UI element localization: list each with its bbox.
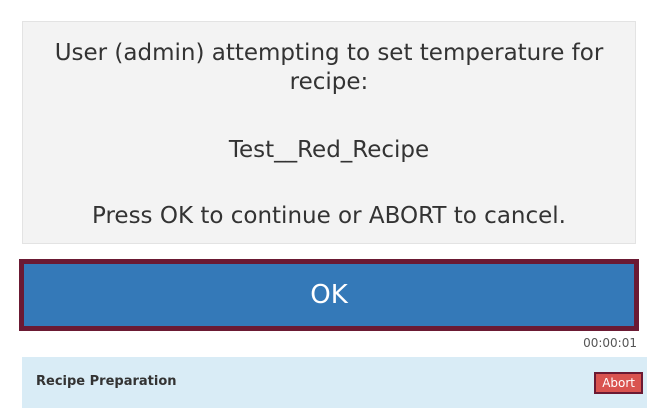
instruction-text: Press OK to continue or ABORT to cancel. — [92, 203, 566, 229]
recipe-preparation-title: Recipe Preparation — [36, 374, 177, 389]
abort-button[interactable]: Abort — [594, 372, 643, 394]
confirmation-message-box: User (admin) attempting to set temperatu… — [22, 21, 636, 244]
message-text: User (admin) attempting to set temperatu… — [54, 40, 604, 95]
elapsed-timer: 00:00:01 — [583, 336, 637, 350]
ok-button[interactable]: OK — [19, 259, 639, 331]
recipe-preparation-bar: Recipe Preparation Abort — [22, 357, 647, 408]
recipe-confirmation-page: User (admin) attempting to set temperatu… — [0, 0, 647, 408]
recipe-name: Test__Red_Recipe — [228, 137, 430, 163]
